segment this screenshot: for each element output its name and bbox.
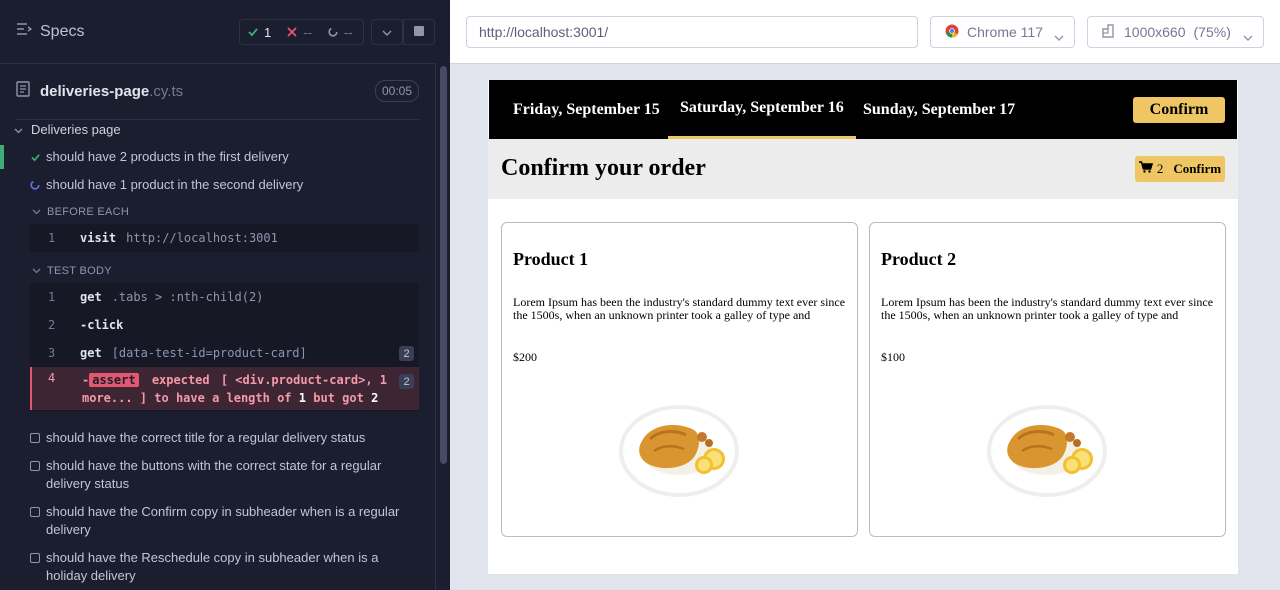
list-icon — [16, 22, 33, 41]
browser-select[interactable]: Chrome 117 — [930, 16, 1075, 48]
before-each-section[interactable]: BEFORE EACH — [32, 206, 129, 218]
product-description: Lorem Ipsum has been the industry's stan… — [881, 296, 1214, 324]
assert-tag: assert — [89, 373, 139, 387]
pending-icon — [30, 553, 40, 563]
confirm-button[interactable]: Confirm — [1133, 97, 1225, 123]
spinner-icon — [30, 176, 40, 190]
chevron-down-icon — [14, 122, 23, 137]
product-title: Product 2 — [881, 249, 957, 269]
test-body-commands: 1 get .tabs > :nth-child(2) 2 -click 3 g… — [30, 283, 419, 411]
product-image — [614, 401, 744, 506]
reporter-header: Specs 1 -- -- — [0, 0, 435, 64]
cart-count: 2 — [1156, 161, 1164, 176]
scrollbar[interactable] — [435, 64, 450, 590]
cart-icon — [1138, 161, 1153, 177]
viewport-select[interactable]: 1000x660 (75%) — [1087, 16, 1264, 48]
test-item-pending[interactable]: should have the Confirm copy in subheade… — [0, 503, 430, 539]
options-dropdown-button[interactable] — [371, 19, 403, 45]
product-description: Lorem Ipsum has been the industry's stan… — [513, 296, 846, 324]
test-item-running[interactable]: should have 1 product in the second deli… — [0, 176, 430, 194]
cart-confirm-button[interactable]: 2 Confirm — [1135, 156, 1225, 182]
chevron-down-icon — [1243, 28, 1253, 44]
test-item-pending[interactable]: should have the Reschedule copy in subhe… — [0, 549, 430, 585]
scrollbar-thumb[interactable] — [440, 66, 447, 464]
test-item-passed[interactable]: should have 2 products in the first deli… — [0, 148, 430, 166]
x-icon — [287, 25, 297, 40]
specs-button[interactable]: Specs — [16, 22, 84, 41]
suite-title[interactable]: Deliveries page — [14, 120, 121, 138]
test-body-section[interactable]: TEST BODY — [32, 265, 112, 277]
spec-file-ext: .cy.ts — [149, 82, 184, 100]
url-bar[interactable]: http://localhost:3001/ — [466, 16, 918, 48]
product-price: $100 — [881, 350, 905, 364]
product-image — [982, 401, 1112, 506]
command-row[interactable]: 2 -click — [30, 311, 419, 339]
product-title: Product 1 — [513, 249, 589, 269]
pending-icon — [30, 433, 40, 443]
spec-file-header: deliveries-page .cy.ts 00:05 — [16, 76, 419, 106]
check-icon — [30, 148, 40, 162]
subheader: Confirm your order 2 Confirm — [488, 139, 1238, 199]
chevron-down-icon — [1054, 28, 1064, 44]
spec-duration: 00:05 — [374, 80, 419, 102]
stats-bar: 1 -- -- — [239, 19, 364, 45]
failed-command-row[interactable]: 4 - assert expected [ <div.product-card>,… — [30, 367, 419, 410]
chrome-icon — [945, 24, 959, 41]
app-nav: Friday, September 15 Saturday, September… — [489, 80, 1237, 139]
specs-title: Specs — [40, 22, 85, 40]
page-title: Confirm your order — [501, 155, 706, 181]
browser-preview: http://localhost:3001/ Chrome 117 1000x6… — [450, 0, 1280, 590]
product-card[interactable]: Product 1 Lorem Ipsum has been the indus… — [501, 222, 858, 537]
pending-count: -- — [320, 25, 353, 40]
app-under-test: Friday, September 15 Saturday, September… — [488, 80, 1238, 574]
failed-count: -- — [279, 25, 320, 40]
file-icon — [16, 80, 30, 102]
chevron-down-icon — [32, 206, 41, 218]
chevron-down-icon — [32, 265, 41, 277]
browser-toolbar: http://localhost:3001/ Chrome 117 1000x6… — [450, 0, 1280, 64]
pending-icon — [30, 507, 40, 517]
tab-saturday[interactable]: Saturday, September 16 — [668, 80, 856, 139]
spinner-icon — [328, 25, 338, 40]
stop-icon — [414, 23, 424, 41]
check-icon — [248, 25, 258, 40]
viewport-icon — [1100, 23, 1116, 42]
command-row[interactable]: 1 visit http://localhost:3001 — [30, 224, 419, 252]
element-count-badge: 2 — [399, 374, 414, 389]
assertion-error: - assert expected [ <div.product-card>, 1… — [82, 373, 388, 405]
passed-count: 1 — [240, 25, 279, 40]
command-row[interactable]: 1 get .tabs > :nth-child(2) — [30, 283, 419, 311]
test-item-pending[interactable]: should have the correct title for a regu… — [0, 429, 430, 447]
tab-sunday[interactable]: Sunday, September 17 — [863, 80, 1015, 139]
element-count-badge: 2 — [399, 346, 414, 361]
spec-file-name[interactable]: deliveries-page — [40, 83, 149, 100]
command-row[interactable]: 3 get [data-test-id=product-card] 2 — [30, 339, 419, 367]
product-price: $200 — [513, 350, 537, 364]
test-item-pending[interactable]: should have the buttons with the correct… — [0, 457, 430, 493]
reporter-panel: Specs 1 -- -- deliveries-page .cy.ts 00:… — [0, 0, 450, 590]
stop-button[interactable] — [403, 19, 435, 45]
chevron-down-icon — [382, 23, 392, 41]
product-card[interactable]: Product 2 Lorem Ipsum has been the indus… — [869, 222, 1226, 537]
pending-icon — [30, 461, 40, 471]
tab-friday[interactable]: Friday, September 15 — [513, 80, 660, 139]
before-each-commands: 1 visit http://localhost:3001 — [30, 224, 419, 252]
